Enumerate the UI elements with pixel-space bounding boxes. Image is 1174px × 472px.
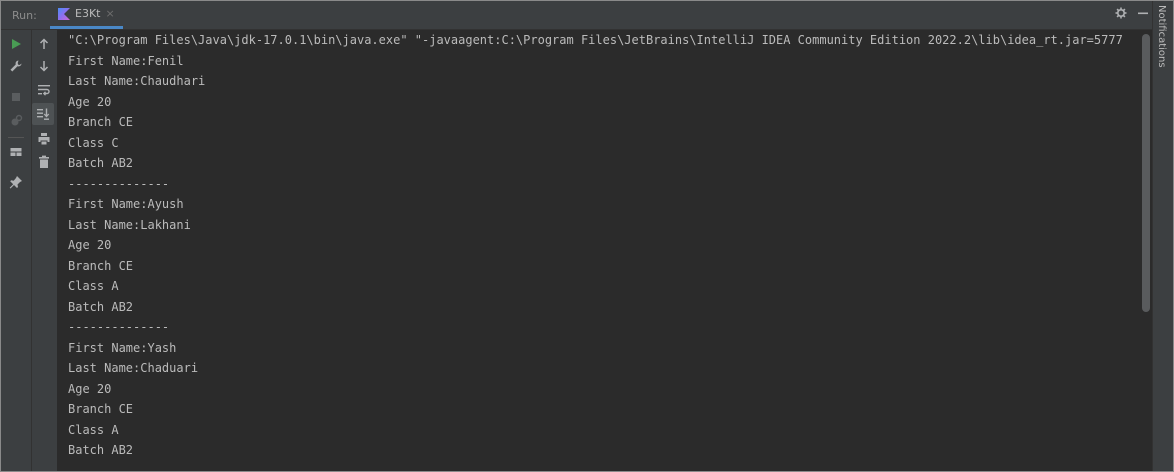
console-line: Batch AB2 xyxy=(68,299,134,314)
scroll-down-icon[interactable] xyxy=(34,56,54,76)
minimize-icon[interactable] xyxy=(1137,7,1149,23)
console-line: Branch CE xyxy=(68,258,134,273)
console-lines: "C:\Program Files\Java\jdk-17.0.1\bin\ja… xyxy=(68,32,1123,471)
console-line: First Name:Fenil xyxy=(68,53,184,68)
debug-settings-icon[interactable] xyxy=(6,111,26,131)
layout-icon[interactable] xyxy=(6,142,26,162)
tab-label: E3Kt xyxy=(75,7,101,20)
console-line: Class C xyxy=(68,135,119,150)
console-line: Class A xyxy=(68,422,119,437)
console-line: Last Name:Chaudhari xyxy=(68,74,206,88)
header-actions xyxy=(1115,7,1149,23)
tab-close-icon[interactable]: × xyxy=(105,7,114,20)
rerun-icon[interactable] xyxy=(6,34,26,54)
run-toolbar-primary xyxy=(1,30,32,471)
scroll-to-end-icon[interactable] xyxy=(32,103,54,125)
vertical-scrollbar[interactable] xyxy=(1140,30,1152,471)
tab-e3kt[interactable]: E3Kt × xyxy=(50,1,123,29)
console-line: Age 20 xyxy=(68,238,112,252)
console-line: First Name:Yash xyxy=(68,340,177,355)
console-line: Branch CE xyxy=(68,115,134,129)
console-line: Class A xyxy=(68,279,119,293)
wrench-icon[interactable] xyxy=(6,56,26,76)
soft-wrap-icon[interactable] xyxy=(34,80,54,100)
console-line: Last Name:Lakhani xyxy=(68,217,191,232)
console-line: Age 20 xyxy=(68,94,112,109)
pin-icon[interactable] xyxy=(6,172,26,192)
toolbar-separator xyxy=(8,137,24,138)
console-line: -------------- xyxy=(68,463,170,472)
print-icon[interactable] xyxy=(34,129,54,149)
console-line: -------------- xyxy=(68,176,170,191)
run-toolbar-secondary xyxy=(32,30,57,471)
trash-icon[interactable] xyxy=(34,152,54,172)
console-line: Last Name:Chaduari xyxy=(68,361,199,375)
right-tool-strip: Notifications xyxy=(1152,1,1173,471)
console-line: First Name:Ayush xyxy=(68,197,184,211)
console-line: Age 20 xyxy=(68,381,112,396)
settings-gear-icon[interactable] xyxy=(1115,7,1127,23)
scroll-up-icon[interactable] xyxy=(34,34,54,54)
run-header-bar: Run: E3Kt × xyxy=(1,1,1153,30)
kotlin-file-icon xyxy=(58,7,70,20)
console-line: Batch AB2 xyxy=(68,443,134,457)
console-line: Branch CE xyxy=(68,402,134,416)
console-line: -------------- xyxy=(68,320,170,334)
console-command-line: "C:\Program Files\Java\jdk-17.0.1\bin\ja… xyxy=(68,33,1123,47)
scrollbar-thumb[interactable] xyxy=(1142,34,1150,312)
run-tool-window: Run: E3Kt × "C:\Program Files\Java\jdk-1… xyxy=(0,0,1174,472)
console-line: Batch AB2 xyxy=(68,156,134,170)
notifications-tab[interactable]: Notifications xyxy=(1156,5,1167,68)
run-label: Run: xyxy=(12,9,37,22)
stop-icon[interactable] xyxy=(6,87,26,107)
console-output[interactable]: "C:\Program Files\Java\jdk-17.0.1\bin\ja… xyxy=(58,30,1140,471)
